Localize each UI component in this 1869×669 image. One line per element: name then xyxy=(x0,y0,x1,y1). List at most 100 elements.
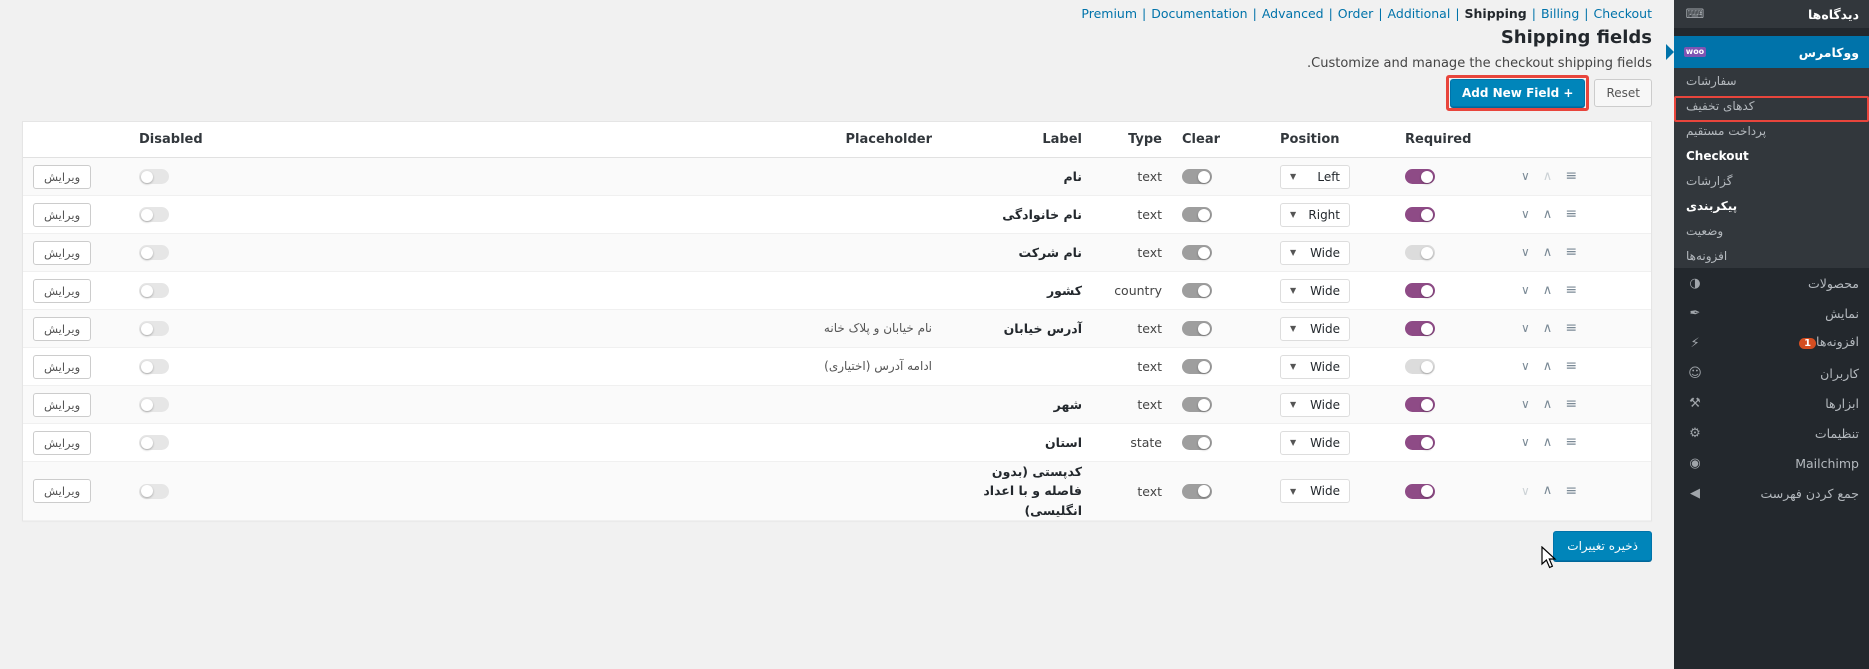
move-up-icon[interactable]: ∧ xyxy=(1543,436,1553,449)
edit-button[interactable]: ویرایش xyxy=(33,479,92,504)
sidebar-subitem-9[interactable]: افزونه‌ها xyxy=(1674,243,1869,268)
position-select[interactable]: ▼ Wide xyxy=(1280,479,1350,504)
move-up-icon[interactable]: ∧ xyxy=(1543,484,1553,497)
table-row[interactable]: ویرایش نام شرکت text ▼ Wide ∨ ∧ ≡ xyxy=(23,233,1651,272)
clear-toggle[interactable] xyxy=(1182,245,1212,260)
move-down-icon[interactable]: ∨ xyxy=(1521,436,1530,448)
nav-link-shipping[interactable]: Shipping xyxy=(1465,6,1527,21)
drag-handle-icon[interactable]: ≡ xyxy=(1565,207,1577,221)
nav-link-order[interactable]: Order xyxy=(1338,6,1374,21)
sidebar-item-15[interactable]: تنظیمات ⚙ xyxy=(1674,418,1869,448)
clear-toggle[interactable] xyxy=(1182,359,1212,374)
drag-handle-icon[interactable]: ≡ xyxy=(1565,359,1577,373)
move-down-icon[interactable]: ∨ xyxy=(1521,398,1530,410)
drag-handle-icon[interactable]: ≡ xyxy=(1565,435,1577,449)
table-row[interactable]: ویرایش نام خانوادگی text ▼ Right ∨ ∧ ≡ xyxy=(23,195,1651,234)
move-down-icon[interactable]: ∨ xyxy=(1521,246,1530,258)
reset-button[interactable]: Reset xyxy=(1594,79,1652,107)
disabled-toggle[interactable] xyxy=(139,245,169,260)
required-toggle[interactable] xyxy=(1405,169,1435,184)
move-up-icon[interactable]: ∧ xyxy=(1543,284,1553,297)
position-select[interactable]: ▼ Left xyxy=(1280,164,1350,189)
edit-button[interactable]: ویرایش xyxy=(33,430,92,455)
disabled-toggle[interactable] xyxy=(139,283,169,298)
drag-handle-icon[interactable]: ≡ xyxy=(1565,397,1577,411)
clear-toggle[interactable] xyxy=(1182,435,1212,450)
position-select[interactable]: ▼ Wide xyxy=(1280,278,1350,303)
sidebar-subitem-3[interactable]: کدهای تخفیف xyxy=(1674,93,1869,118)
position-select[interactable]: ▼ Right xyxy=(1280,202,1350,227)
disabled-toggle[interactable] xyxy=(139,435,169,450)
add-new-field-button[interactable]: Add New Field + xyxy=(1449,79,1586,107)
disabled-toggle[interactable] xyxy=(139,359,169,374)
sidebar-item-17[interactable]: جمع کردن فهرست ◀ xyxy=(1674,478,1869,508)
sidebar-item-1[interactable]: ووکامرس woo xyxy=(1666,36,1869,68)
edit-button[interactable]: ویرایش xyxy=(33,392,92,417)
drag-handle-icon[interactable]: ≡ xyxy=(1565,283,1577,297)
table-row[interactable]: ویرایش ادامه آدرس (اختیاری) text ▼ Wide ∨ ∧ ≡ xyxy=(23,347,1651,386)
move-up-icon[interactable]: ∧ xyxy=(1543,322,1553,335)
edit-button[interactable]: ویرایش xyxy=(33,164,92,189)
nav-link-advanced[interactable]: Advanced xyxy=(1262,6,1324,21)
move-up-icon[interactable]: ∧ xyxy=(1543,360,1553,373)
sidebar-subitem-4[interactable]: پرداخت مستقیم xyxy=(1674,118,1869,143)
clear-toggle[interactable] xyxy=(1182,483,1212,499)
required-toggle[interactable] xyxy=(1405,397,1435,412)
table-row[interactable]: ویرایش کدپستی (بدون فاصله و با اعداد انگل… xyxy=(23,461,1651,522)
move-up-icon[interactable]: ∧ xyxy=(1543,246,1553,259)
table-row[interactable]: ویرایش نام خیابان و پلاک خانه آدرس خیابان t… xyxy=(23,309,1651,348)
clear-toggle[interactable] xyxy=(1182,397,1212,412)
clear-toggle[interactable] xyxy=(1182,283,1212,298)
nav-link-checkout[interactable]: Checkout xyxy=(1594,6,1652,21)
sidebar-item-12[interactable]: افزونه‌ها1 ⚡ xyxy=(1674,328,1869,358)
sidebar-subitem-5[interactable]: Checkout xyxy=(1674,143,1869,168)
drag-handle-icon[interactable]: ≡ xyxy=(1565,321,1577,335)
move-up-icon[interactable]: ∧ xyxy=(1543,170,1553,183)
sidebar-item-10[interactable]: محصولات ◑ xyxy=(1674,268,1869,298)
sidebar-subitem-2[interactable]: سفارشات xyxy=(1674,68,1869,93)
nav-link-premium[interactable]: Premium xyxy=(1081,6,1137,21)
clear-toggle[interactable] xyxy=(1182,207,1212,222)
table-row[interactable]: ویرایش کشور country ▼ Wide ∨ ∧ ≡ xyxy=(23,271,1651,310)
required-toggle[interactable] xyxy=(1405,207,1435,222)
required-toggle[interactable] xyxy=(1405,483,1435,499)
required-toggle[interactable] xyxy=(1405,283,1435,298)
disabled-toggle[interactable] xyxy=(139,321,169,336)
disabled-toggle[interactable] xyxy=(139,483,169,499)
nav-link-billing[interactable]: Billing xyxy=(1541,6,1579,21)
move-down-icon[interactable]: ∨ xyxy=(1521,208,1530,220)
table-row[interactable]: ویرایش نام text ▼ Left ∨ ∧ ≡ xyxy=(23,157,1651,196)
drag-handle-icon[interactable]: ≡ xyxy=(1565,245,1577,259)
table-row[interactable]: ویرایش شهر text ▼ Wide ∨ ∧ ≡ xyxy=(23,385,1651,424)
disabled-toggle[interactable] xyxy=(139,397,169,412)
required-toggle[interactable] xyxy=(1405,435,1435,450)
move-down-icon[interactable]: ∨ xyxy=(1521,170,1530,182)
edit-button[interactable]: ویرایش xyxy=(33,202,92,227)
sidebar-item-13[interactable]: کاربران ☺ xyxy=(1674,358,1869,388)
move-down-icon[interactable]: ∨ xyxy=(1521,360,1530,372)
sidebar-item-14[interactable]: ابزارها ⚒ xyxy=(1674,388,1869,418)
save-changes-button[interactable]: ذخیره تغییرات xyxy=(1553,531,1652,562)
position-select[interactable]: ▼ Wide xyxy=(1280,430,1350,455)
edit-button[interactable]: ویرایش xyxy=(33,354,92,379)
sidebar-subitem-7[interactable]: پیکربندی xyxy=(1674,193,1869,218)
sidebar-item-16[interactable]: Mailchimp ◉ xyxy=(1674,448,1869,478)
sidebar-item-11[interactable]: نمایش ✒ xyxy=(1674,298,1869,328)
clear-toggle[interactable] xyxy=(1182,169,1212,184)
position-select[interactable]: ▼ Wide xyxy=(1280,392,1350,417)
move-down-icon[interactable]: ∨ xyxy=(1521,284,1530,296)
move-up-icon[interactable]: ∧ xyxy=(1543,398,1553,411)
edit-button[interactable]: ویرایش xyxy=(33,240,92,265)
position-select[interactable]: ▼ Wide xyxy=(1280,240,1350,265)
required-toggle[interactable] xyxy=(1405,245,1435,260)
nav-link-documentation[interactable]: Documentation xyxy=(1151,6,1247,21)
required-toggle[interactable] xyxy=(1405,321,1435,336)
clear-toggle[interactable] xyxy=(1182,321,1212,336)
position-select[interactable]: ▼ Wide xyxy=(1280,316,1350,341)
drag-handle-icon[interactable]: ≡ xyxy=(1565,484,1577,498)
move-down-icon[interactable]: ∨ xyxy=(1521,485,1530,497)
edit-button[interactable]: ویرایش xyxy=(33,316,92,341)
disabled-toggle[interactable] xyxy=(139,207,169,222)
disabled-toggle[interactable] xyxy=(139,169,169,184)
required-toggle[interactable] xyxy=(1405,359,1435,374)
